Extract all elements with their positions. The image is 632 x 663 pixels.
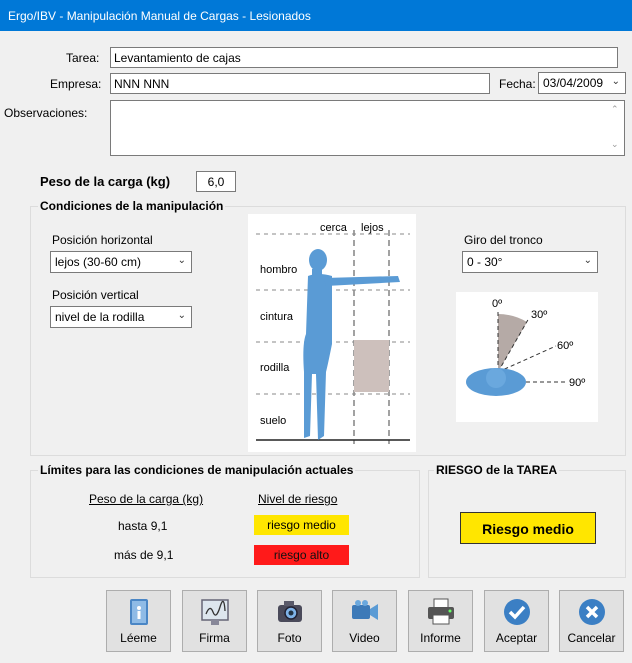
lejos-label: lejos: [361, 222, 384, 234]
pos-vertical-value: nivel de la rodilla: [55, 310, 145, 324]
rotation-diagram: 0º 30º 60º 90º: [456, 292, 598, 422]
peso-input[interactable]: 6,0: [196, 171, 236, 192]
condiciones-title: Condiciones de la manipulación: [38, 199, 226, 213]
empresa-input[interactable]: NNN NNN: [110, 73, 490, 94]
observaciones-label: Observaciones:: [4, 106, 88, 120]
fecha-label: Fecha:: [499, 77, 536, 91]
limites-row-2-nivel: riesgo alto: [254, 545, 349, 565]
limites-col-nivel: Nivel de riesgo: [258, 492, 338, 506]
leeme-label: Léeme: [120, 631, 157, 645]
book-icon: [129, 599, 148, 625]
aceptar-button[interactable]: Aceptar: [484, 590, 549, 652]
pos-horizontal-label: Posición horizontal: [52, 233, 153, 247]
foto-label: Foto: [277, 631, 302, 645]
rodilla-label: rodilla: [260, 362, 290, 374]
printer-icon: [427, 598, 454, 625]
cancelar-label: Cancelar: [567, 631, 616, 645]
posture-figure: cerca lejos hombro cintura rodilla suelo: [248, 214, 416, 452]
chevron-down-icon: ⌄: [177, 255, 186, 266]
riesgo-title: RIESGO de la TAREA: [434, 463, 560, 477]
leeme-button[interactable]: Léeme: [106, 590, 171, 652]
giro-label: Giro del tronco: [464, 233, 543, 247]
limites-row-2-peso: más de 9,1: [114, 548, 174, 562]
limites-col-peso: Peso de la carga (kg): [89, 492, 204, 506]
rotation-background: [456, 292, 598, 422]
tarea-label: Tarea:: [66, 51, 100, 65]
cancelar-button[interactable]: Cancelar: [559, 590, 624, 652]
angle-0-label: 0º: [492, 298, 502, 310]
fecha-datepicker[interactable]: 03/04/2009 ⌄: [538, 72, 626, 94]
riesgo-value: Riesgo medio: [460, 512, 596, 544]
video-button[interactable]: Video: [332, 590, 397, 652]
giro-select[interactable]: 0 - 30° ⌄: [462, 251, 598, 273]
video-label: Video: [349, 631, 380, 645]
close-icon: [578, 599, 605, 625]
firma-label: Firma: [199, 631, 230, 645]
limites-row-1-nivel: riesgo medio: [254, 515, 349, 535]
scroll-up-icon[interactable]: ⌃: [611, 104, 619, 115]
fecha-value: 03/04/2009: [543, 76, 604, 90]
hombro-label: hombro: [260, 264, 297, 276]
signature-icon: [200, 599, 229, 625]
empresa-label: Empresa:: [50, 77, 102, 91]
pos-vertical-label: Posición vertical: [52, 288, 139, 302]
cerca-label: cerca: [320, 222, 348, 234]
chevron-down-icon: ⌄: [611, 76, 620, 87]
angle-90-label: 90º: [569, 377, 585, 389]
observaciones-scrollbar[interactable]: ⌃ ⌄: [606, 101, 624, 155]
video-camera-icon: [351, 600, 378, 620]
tarea-input[interactable]: Levantamiento de cajas: [110, 47, 618, 68]
suelo-label: suelo: [260, 415, 286, 427]
foto-button[interactable]: Foto: [257, 590, 322, 652]
load-zone: [354, 340, 389, 392]
window-title: Ergo/IBV - Manipulación Manual de Cargas…: [0, 0, 632, 31]
informe-button[interactable]: Informe: [408, 590, 473, 652]
scroll-down-icon[interactable]: ⌄: [611, 139, 619, 150]
giro-value: 0 - 30°: [467, 255, 503, 269]
top-view-figure: [466, 368, 526, 396]
aceptar-label: Aceptar: [495, 631, 538, 645]
camera-icon: [277, 601, 302, 622]
pos-vertical-select[interactable]: nivel de la rodilla ⌄: [50, 306, 192, 328]
check-icon: [503, 599, 530, 625]
chevron-down-icon: ⌄: [583, 255, 592, 266]
angle-30-label: 30º: [531, 309, 547, 321]
limites-group: [30, 470, 420, 578]
pos-horizontal-select[interactable]: lejos (30-60 cm) ⌄: [50, 251, 192, 273]
limites-row-1-peso: hasta 9,1: [118, 519, 168, 533]
angle-60-label: 60º: [557, 340, 573, 352]
pos-horizontal-value: lejos (30-60 cm): [55, 255, 142, 269]
chevron-down-icon: ⌄: [177, 310, 186, 321]
peso-label: Peso de la carga (kg): [40, 174, 171, 189]
firma-button[interactable]: Firma: [182, 590, 247, 652]
cintura-label: cintura: [260, 311, 294, 323]
informe-label: Informe: [420, 631, 461, 645]
observaciones-textarea[interactable]: [110, 100, 625, 156]
limites-title: Límites para las condiciones de manipula…: [38, 463, 356, 477]
